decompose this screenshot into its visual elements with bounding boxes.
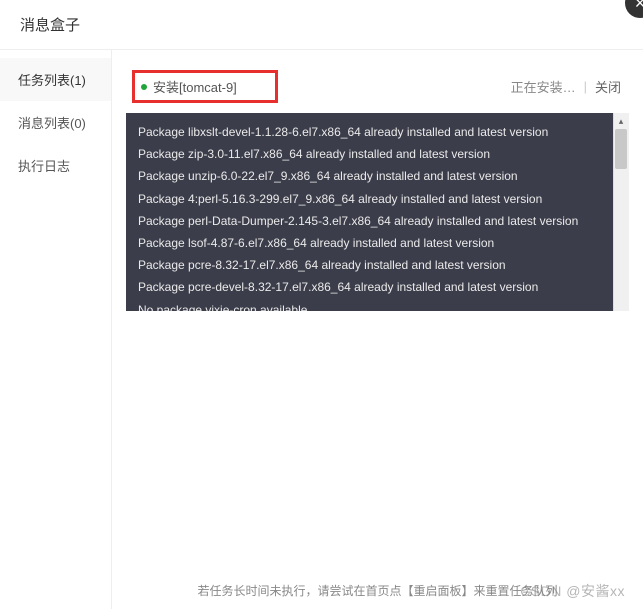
sidebar-item-label: 任务列表(1) bbox=[18, 73, 86, 88]
main-panel: 安装[tomcat-9] 正在安装… | 关闭 Package libxslt-… bbox=[112, 50, 643, 609]
task-status-text: 正在安装… bbox=[511, 77, 576, 96]
scrollbar-track[interactable]: ▴ bbox=[613, 113, 629, 311]
log-line: Package perl-Data-Dumper-2.145-3.el7.x86… bbox=[138, 210, 617, 232]
scrollbar-up-icon[interactable]: ▴ bbox=[613, 113, 629, 129]
log-line: Package unzip-6.0-22.el7_9.x86_64 alread… bbox=[138, 165, 617, 187]
log-line: Package pcre-devel-8.32-17.el7.x86_64 al… bbox=[138, 276, 617, 298]
dialog-header: 消息盒子 × bbox=[0, 0, 643, 50]
close-dialog-button[interactable]: × bbox=[625, 0, 643, 18]
divider: | bbox=[584, 79, 587, 94]
log-line: Package 4:perl-5.16.3-299.el7_9.x86_64 a… bbox=[138, 188, 617, 210]
scrollbar-thumb[interactable] bbox=[615, 129, 627, 169]
message-box-dialog: 消息盒子 × 任务列表(1) 消息列表(0) 执行日志 安装[tomcat-9] bbox=[0, 0, 643, 609]
footer-hint: 若任务长时间未执行，请尝试在首页点【重启面板】来重置任务队列 bbox=[126, 568, 629, 609]
sidebar-item-execlog[interactable]: 执行日志 bbox=[0, 144, 111, 187]
log-output[interactable]: Package libxslt-devel-1.1.28-6.el7.x86_6… bbox=[126, 113, 629, 311]
sidebar-item-messagelist[interactable]: 消息列表(0) bbox=[0, 101, 111, 144]
log-line: Package libxslt-devel-1.1.28-6.el7.x86_6… bbox=[138, 121, 617, 143]
sidebar-item-label: 消息列表(0) bbox=[18, 116, 86, 131]
task-actions: 正在安装… | 关闭 bbox=[511, 77, 621, 96]
close-icon: × bbox=[635, 0, 643, 14]
sidebar: 任务列表(1) 消息列表(0) 执行日志 bbox=[0, 50, 112, 609]
log-line: Package pcre-8.32-17.el7.x86_64 already … bbox=[138, 254, 617, 276]
status-dot-icon bbox=[141, 84, 147, 90]
task-highlight-box: 安装[tomcat-9] bbox=[132, 70, 278, 103]
task-close-button[interactable]: 关闭 bbox=[595, 77, 621, 96]
dialog-content: 任务列表(1) 消息列表(0) 执行日志 安装[tomcat-9] 正在安装… … bbox=[0, 50, 643, 609]
sidebar-item-tasklist[interactable]: 任务列表(1) bbox=[0, 58, 111, 101]
log-line: Package zip-3.0-11.el7.x86_64 already in… bbox=[138, 143, 617, 165]
log-container: Package libxslt-devel-1.1.28-6.el7.x86_6… bbox=[126, 113, 629, 568]
dialog-title: 消息盒子 bbox=[20, 14, 80, 35]
sidebar-item-label: 执行日志 bbox=[18, 159, 70, 174]
log-line: No package vixie-cron available. bbox=[138, 299, 617, 312]
log-line: Package lsof-4.87-6.el7.x86_64 already i… bbox=[138, 232, 617, 254]
task-row: 安装[tomcat-9] 正在安装… | 关闭 bbox=[126, 60, 629, 113]
task-name: 安装[tomcat-9] bbox=[153, 77, 237, 96]
